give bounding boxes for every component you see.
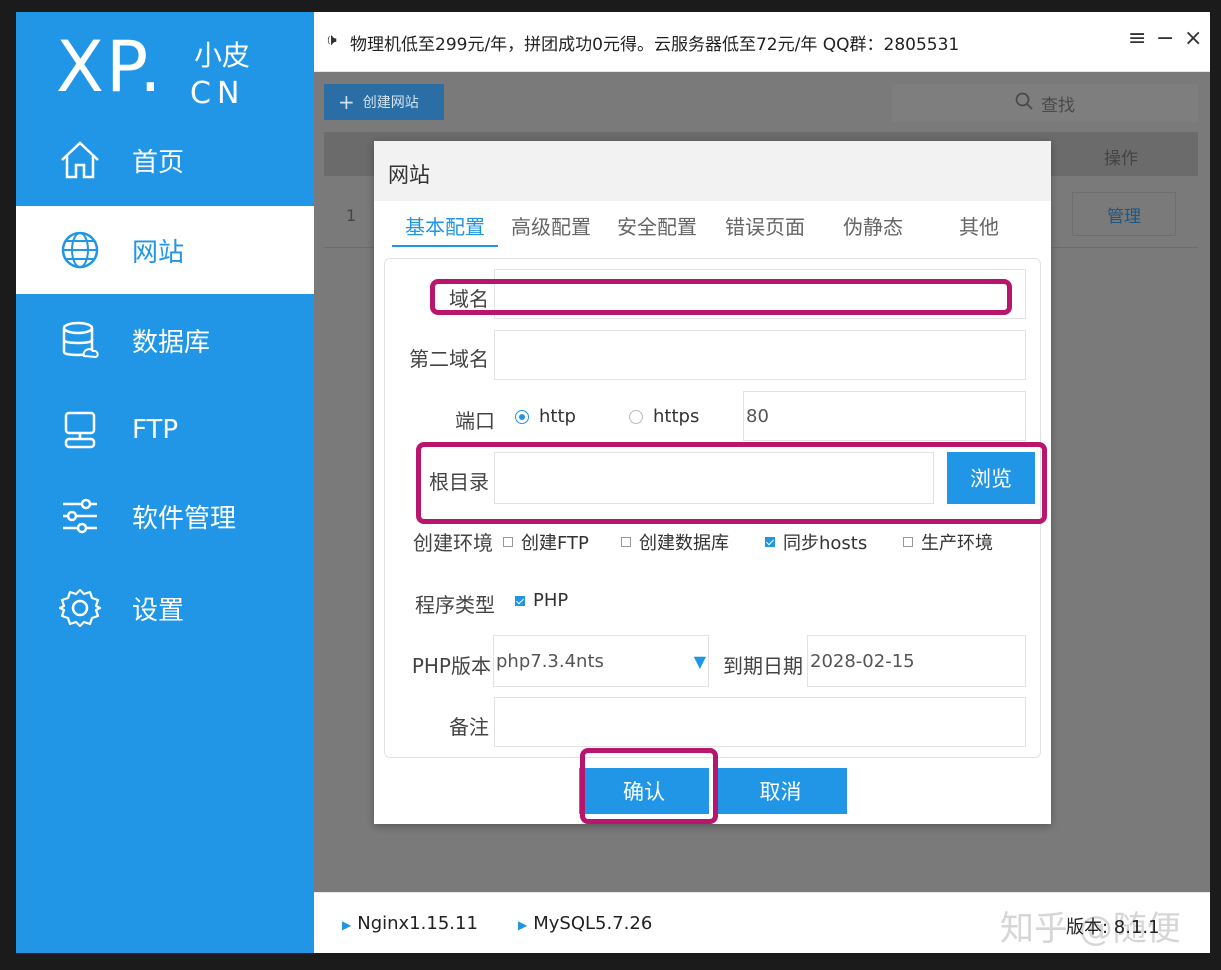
dropdown-arrow-icon: ▼ <box>693 652 706 671</box>
checkbox-sync-hosts[interactable]: 同步hosts <box>765 529 867 555</box>
play-icon: ▶ <box>342 918 352 932</box>
confirm-button[interactable]: 确认 <box>579 768 709 814</box>
version-label: 版本: 8.1.1 <box>1066 917 1160 938</box>
note-label: 备注 <box>449 715 489 739</box>
sidebar-item-ftp[interactable]: FTP <box>16 386 314 474</box>
speaker-icon: 🕩 <box>326 30 337 50</box>
search-input[interactable]: 查找 <box>892 84 1198 122</box>
gear-icon <box>58 586 102 630</box>
cancel-button[interactable]: 取消 <box>714 768 847 814</box>
sidebar-item-label: FTP <box>132 415 179 445</box>
domain-label: 域名 <box>449 287 489 311</box>
monitor-icon <box>58 408 102 452</box>
program-type-label: 程序类型 <box>415 593 495 617</box>
php-version-select[interactable]: php7.3.4nts ▼ <box>493 635 709 687</box>
sidebar-item-label: 数据库 <box>132 327 211 358</box>
tab-other[interactable]: 其他 <box>926 211 1032 247</box>
checkbox-label: 同步hosts <box>783 533 868 554</box>
checkbox-label: 创建数据库 <box>639 533 729 554</box>
database-icon <box>58 318 102 362</box>
checkbox-label: 生产环境 <box>921 533 993 554</box>
radio-label: https <box>653 406 700 427</box>
checkbox-create-ftp[interactable]: 创建FTP <box>503 529 589 555</box>
globe-icon <box>58 228 102 272</box>
announcement-text[interactable]: 物理机低至299元/年，拼团成功0元得。云服务器低至72元/年 QQ群：2805… <box>350 30 959 55</box>
tab-basic-config[interactable]: 基本配置 <box>392 211 498 247</box>
website-dialog: 网站 基本配置 高级配置 安全配置 错误页面 伪静态 其他 域名 第二域名 端口… <box>374 141 1051 824</box>
checkbox-label: 创建FTP <box>521 533 589 554</box>
env-label: 创建环境 <box>413 531 493 555</box>
dialog-header: 网站 <box>374 141 1051 201</box>
close-icon[interactable]: × <box>1184 26 1202 51</box>
dialog-title: 网站 <box>388 163 430 187</box>
create-website-label: 创建网站 <box>362 95 419 111</box>
second-domain-label: 第二域名 <box>409 347 489 371</box>
domain-input[interactable] <box>494 269 1026 319</box>
sidebar-item-label: 设置 <box>132 595 185 626</box>
root-dir-input[interactable] <box>494 452 934 504</box>
php-version-label: PHP版本 <box>411 654 491 678</box>
service-nginx[interactable]: ▶ Nginx1.15.11 <box>342 913 478 934</box>
logo-cn-bottom: CN <box>190 76 246 111</box>
checkbox-checked-icon <box>515 595 525 606</box>
sliders-icon <box>58 494 102 538</box>
tab-security-config[interactable]: 安全配置 <box>604 211 710 247</box>
tab-error-pages[interactable]: 错误页面 <box>712 211 818 247</box>
menu-icon[interactable]: ≡ <box>1128 26 1146 51</box>
logo-main: XP. <box>56 26 164 108</box>
app-window: XP. 小皮 CN 首页 网站 数据库 FTP 软件管理 设置 🕩 物理机低至2… <box>16 12 1210 953</box>
sidebar-item-settings[interactable]: 设置 <box>16 564 314 652</box>
sidebar-item-website[interactable]: 网站 <box>16 206 314 294</box>
expire-date-input[interactable]: 2028-02-15 <box>807 635 1026 687</box>
status-bar: ▶ Nginx1.15.11 ▶ MySQL5.7.26 知乎 @随便 版本: 8.… <box>314 892 1210 953</box>
sidebar: XP. 小皮 CN 首页 网站 数据库 FTP 软件管理 设置 <box>16 12 314 953</box>
browse-button[interactable]: 浏览 <box>947 452 1035 504</box>
radio-label: http <box>539 406 576 427</box>
sidebar-item-software[interactable]: 软件管理 <box>16 472 314 560</box>
sidebar-item-label: 网站 <box>132 237 185 268</box>
radio-unselected-icon <box>629 409 643 424</box>
checkbox-icon <box>903 537 913 547</box>
home-icon <box>58 138 102 182</box>
basic-config-panel: 域名 第二域名 端口 http https 80 根目录 浏览 创建环境 创建F… <box>384 258 1041 758</box>
checkbox-icon <box>503 537 513 547</box>
radio-selected-icon <box>515 409 529 424</box>
logo-cn-top: 小皮 <box>194 39 251 72</box>
plus-icon: + <box>338 90 355 114</box>
second-domain-input[interactable] <box>494 330 1026 380</box>
radio-https[interactable]: https <box>629 406 699 427</box>
search-placeholder: 查找 <box>1041 95 1075 116</box>
minimize-icon[interactable]: − <box>1156 26 1174 51</box>
checkbox-icon <box>621 537 631 547</box>
search-icon <box>1015 92 1033 115</box>
column-header-operation: 操作 <box>1104 149 1138 169</box>
service-label: Nginx1.15.11 <box>357 913 478 934</box>
tab-rewrite[interactable]: 伪静态 <box>820 211 926 247</box>
top-bar: 🕩 物理机低至299元/年，拼团成功0元得。云服务器低至72元/年 QQ群：28… <box>314 12 1210 72</box>
php-version-value: php7.3.4nts <box>496 650 604 672</box>
checkbox-create-database[interactable]: 创建数据库 <box>621 529 729 555</box>
service-mysql[interactable]: ▶ MySQL5.7.26 <box>518 913 652 934</box>
tab-advanced-config[interactable]: 高级配置 <box>498 211 604 247</box>
radio-http[interactable]: http <box>515 406 576 427</box>
row-index: 1 <box>346 206 357 225</box>
sidebar-item-label: 首页 <box>132 147 185 178</box>
checkbox-production[interactable]: 生产环境 <box>903 529 993 555</box>
window-edge <box>1210 12 1221 953</box>
play-icon: ▶ <box>518 918 528 932</box>
create-website-button[interactable]: + 创建网站 <box>324 84 444 120</box>
note-input[interactable] <box>494 697 1026 747</box>
checkbox-php[interactable]: PHP <box>515 590 568 611</box>
checkbox-checked-icon <box>765 537 775 547</box>
manage-button[interactable]: 管理 <box>1072 192 1176 236</box>
service-label: MySQL5.7.26 <box>533 913 653 934</box>
expire-date-label: 到期日期 <box>723 654 803 678</box>
root-dir-label: 根目录 <box>429 470 489 494</box>
port-input[interactable]: 80 <box>743 391 1026 441</box>
port-label: 端口 <box>455 409 495 433</box>
sidebar-item-database[interactable]: 数据库 <box>16 296 314 384</box>
sidebar-item-home[interactable]: 首页 <box>16 116 314 204</box>
sidebar-item-label: 软件管理 <box>132 503 237 534</box>
checkbox-label: PHP <box>533 590 569 611</box>
